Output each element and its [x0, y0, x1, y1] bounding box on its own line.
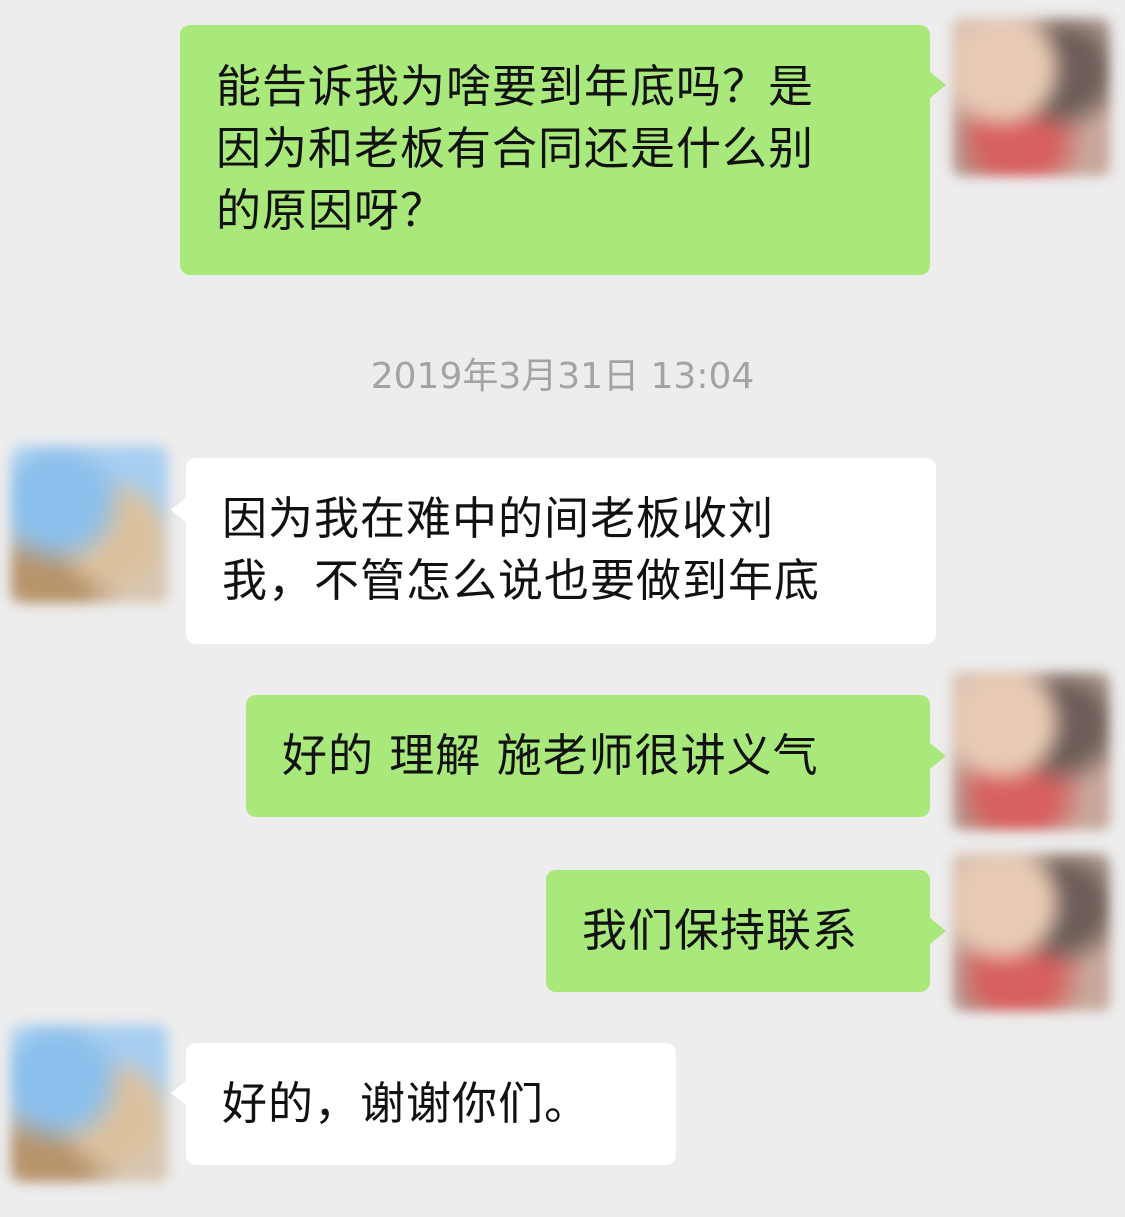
bubble-tail — [171, 1080, 187, 1106]
message-row-5: 好的，谢谢你们。 — [0, 0, 1125, 1200]
message-bubble-5[interactable]: 好的，谢谢你们。 — [186, 1043, 676, 1165]
contact-avatar[interactable] — [10, 1024, 168, 1182]
